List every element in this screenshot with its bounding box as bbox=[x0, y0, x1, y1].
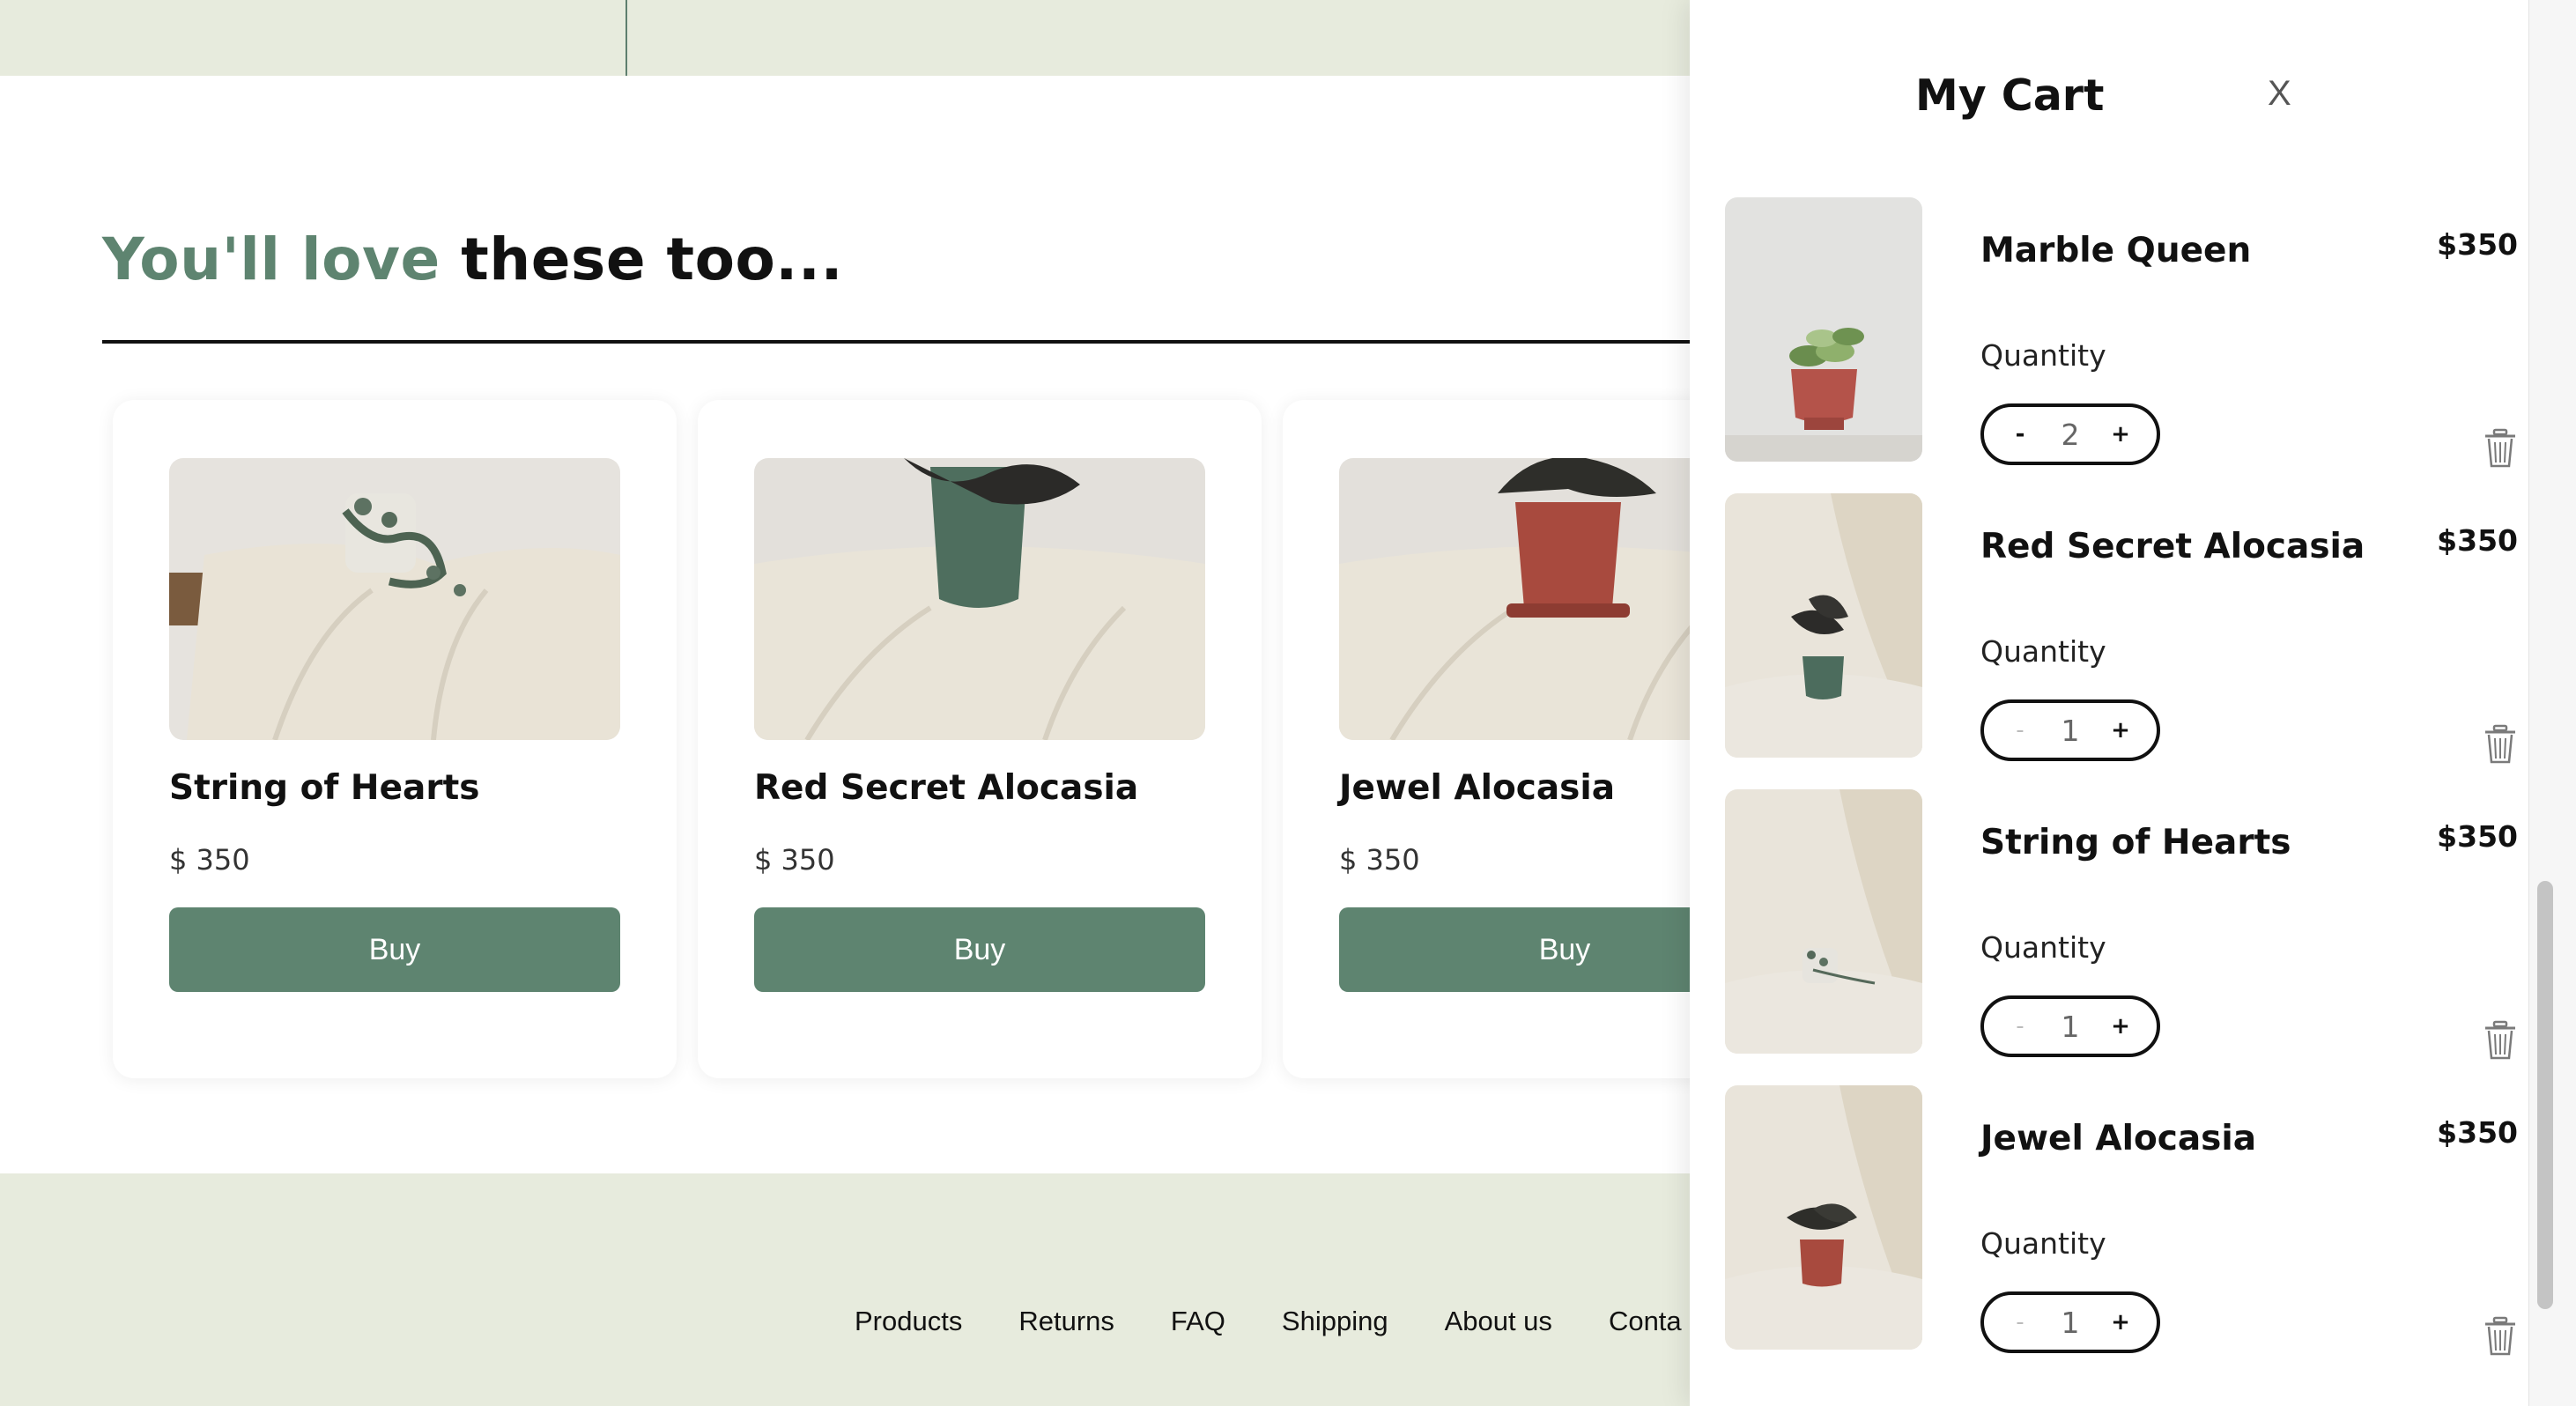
cart-item: Jewel Alocasia $350 Quantity - 1 + bbox=[1725, 1085, 2518, 1350]
product-card-red-secret-alocasia: Red Secret Alocasia $ 350 Buy bbox=[698, 400, 1262, 1078]
quantity-label: Quantity bbox=[1980, 338, 2106, 373]
footer-link-returns[interactable]: Returns bbox=[1018, 1306, 1114, 1337]
increment-button[interactable]: + bbox=[2107, 717, 2134, 744]
quantity-value[interactable]: 2 bbox=[2044, 418, 2097, 452]
top-header-band bbox=[0, 0, 1691, 76]
recommendations-title: You'll love these too... bbox=[102, 226, 843, 293]
footer bbox=[0, 1173, 1691, 1406]
cart-item-price: $350 bbox=[2437, 819, 2518, 854]
buy-button[interactable]: Buy bbox=[169, 907, 620, 992]
quantity-stepper: - 1 + bbox=[1980, 1291, 2160, 1353]
footer-link-about-us[interactable]: About us bbox=[1445, 1306, 1552, 1337]
section-divider bbox=[102, 340, 1691, 344]
product-image[interactable] bbox=[169, 458, 620, 740]
cart-item-image bbox=[1725, 493, 1922, 758]
quantity-label: Quantity bbox=[1980, 634, 2106, 669]
buy-button[interactable]: Buy bbox=[754, 907, 1205, 992]
quantity-stepper: - 1 + bbox=[1980, 995, 2160, 1057]
footer-link-contact[interactable]: Conta bbox=[1609, 1306, 1682, 1337]
increment-button[interactable]: + bbox=[2107, 421, 2134, 448]
cart-item-price: $350 bbox=[2437, 227, 2518, 262]
product-price: $ 350 bbox=[169, 843, 250, 877]
footer-nav: Products Returns FAQ Shipping About us C… bbox=[855, 1306, 1682, 1337]
quantity-label: Quantity bbox=[1980, 1226, 2106, 1261]
cart-item-price: $350 bbox=[2437, 523, 2518, 558]
product-price: $ 350 bbox=[754, 843, 835, 877]
footer-link-faq[interactable]: FAQ bbox=[1171, 1306, 1225, 1337]
quantity-stepper: - 1 + bbox=[1980, 699, 2160, 761]
footer-link-shipping[interactable]: Shipping bbox=[1282, 1306, 1388, 1337]
trash-icon[interactable] bbox=[2483, 1316, 2518, 1357]
decrement-button[interactable]: - bbox=[2007, 1013, 2033, 1040]
quantity-label: Quantity bbox=[1980, 930, 2106, 965]
trash-icon[interactable] bbox=[2483, 724, 2518, 765]
scrollbar-thumb[interactable] bbox=[2537, 881, 2553, 1309]
product-price: $ 350 bbox=[1339, 843, 1420, 877]
cart-item-name: Marble Queen bbox=[1980, 231, 2252, 270]
recommendations-title-accent: You'll love bbox=[102, 226, 440, 293]
increment-button[interactable]: + bbox=[2107, 1309, 2134, 1336]
cart-item-name: Red Secret Alocasia bbox=[1980, 527, 2365, 566]
quantity-value[interactable]: 1 bbox=[2044, 714, 2097, 748]
cart-item: String of Hearts $350 Quantity - 1 + bbox=[1725, 789, 2518, 1054]
trash-icon[interactable] bbox=[2483, 428, 2518, 469]
cart-item-image bbox=[1725, 197, 1922, 462]
product-name[interactable]: Jewel Alocasia bbox=[1339, 768, 1615, 808]
decrement-button[interactable]: - bbox=[2007, 421, 2033, 448]
product-name[interactable]: Red Secret Alocasia bbox=[754, 768, 1138, 808]
recommendations-title-rest: these too... bbox=[461, 226, 844, 293]
increment-button[interactable]: + bbox=[2107, 1013, 2134, 1040]
product-name[interactable]: String of Hearts bbox=[169, 768, 479, 808]
quantity-stepper: - 2 + bbox=[1980, 403, 2160, 465]
footer-link-products[interactable]: Products bbox=[855, 1306, 962, 1337]
decrement-button[interactable]: - bbox=[2007, 717, 2033, 744]
cart-item-price: $350 bbox=[2437, 1115, 2518, 1150]
cart-item: Marble Queen $350 Quantity - 2 + bbox=[1725, 197, 2518, 462]
cart-item-image bbox=[1725, 789, 1922, 1054]
cart-drawer: My Cart X Marble Queen $350 Quantity - 2… bbox=[1690, 0, 2528, 1406]
trash-icon[interactable] bbox=[2483, 1020, 2518, 1061]
close-icon[interactable]: X bbox=[2268, 74, 2291, 114]
header-divider bbox=[625, 0, 627, 76]
cart-item-name: Jewel Alocasia bbox=[1980, 1119, 2257, 1158]
cart-title: My Cart bbox=[1915, 70, 2105, 121]
cart-item-name: String of Hearts bbox=[1980, 823, 2291, 862]
cart-item: Red Secret Alocasia $350 Quantity - 1 + bbox=[1725, 493, 2518, 758]
product-image[interactable] bbox=[754, 458, 1205, 740]
cart-item-image bbox=[1725, 1085, 1922, 1350]
decrement-button[interactable]: - bbox=[2007, 1309, 2033, 1336]
quantity-value[interactable]: 1 bbox=[2044, 1306, 2097, 1340]
quantity-value[interactable]: 1 bbox=[2044, 1010, 2097, 1044]
product-card-string-of-hearts: String of Hearts $ 350 Buy bbox=[113, 400, 677, 1078]
